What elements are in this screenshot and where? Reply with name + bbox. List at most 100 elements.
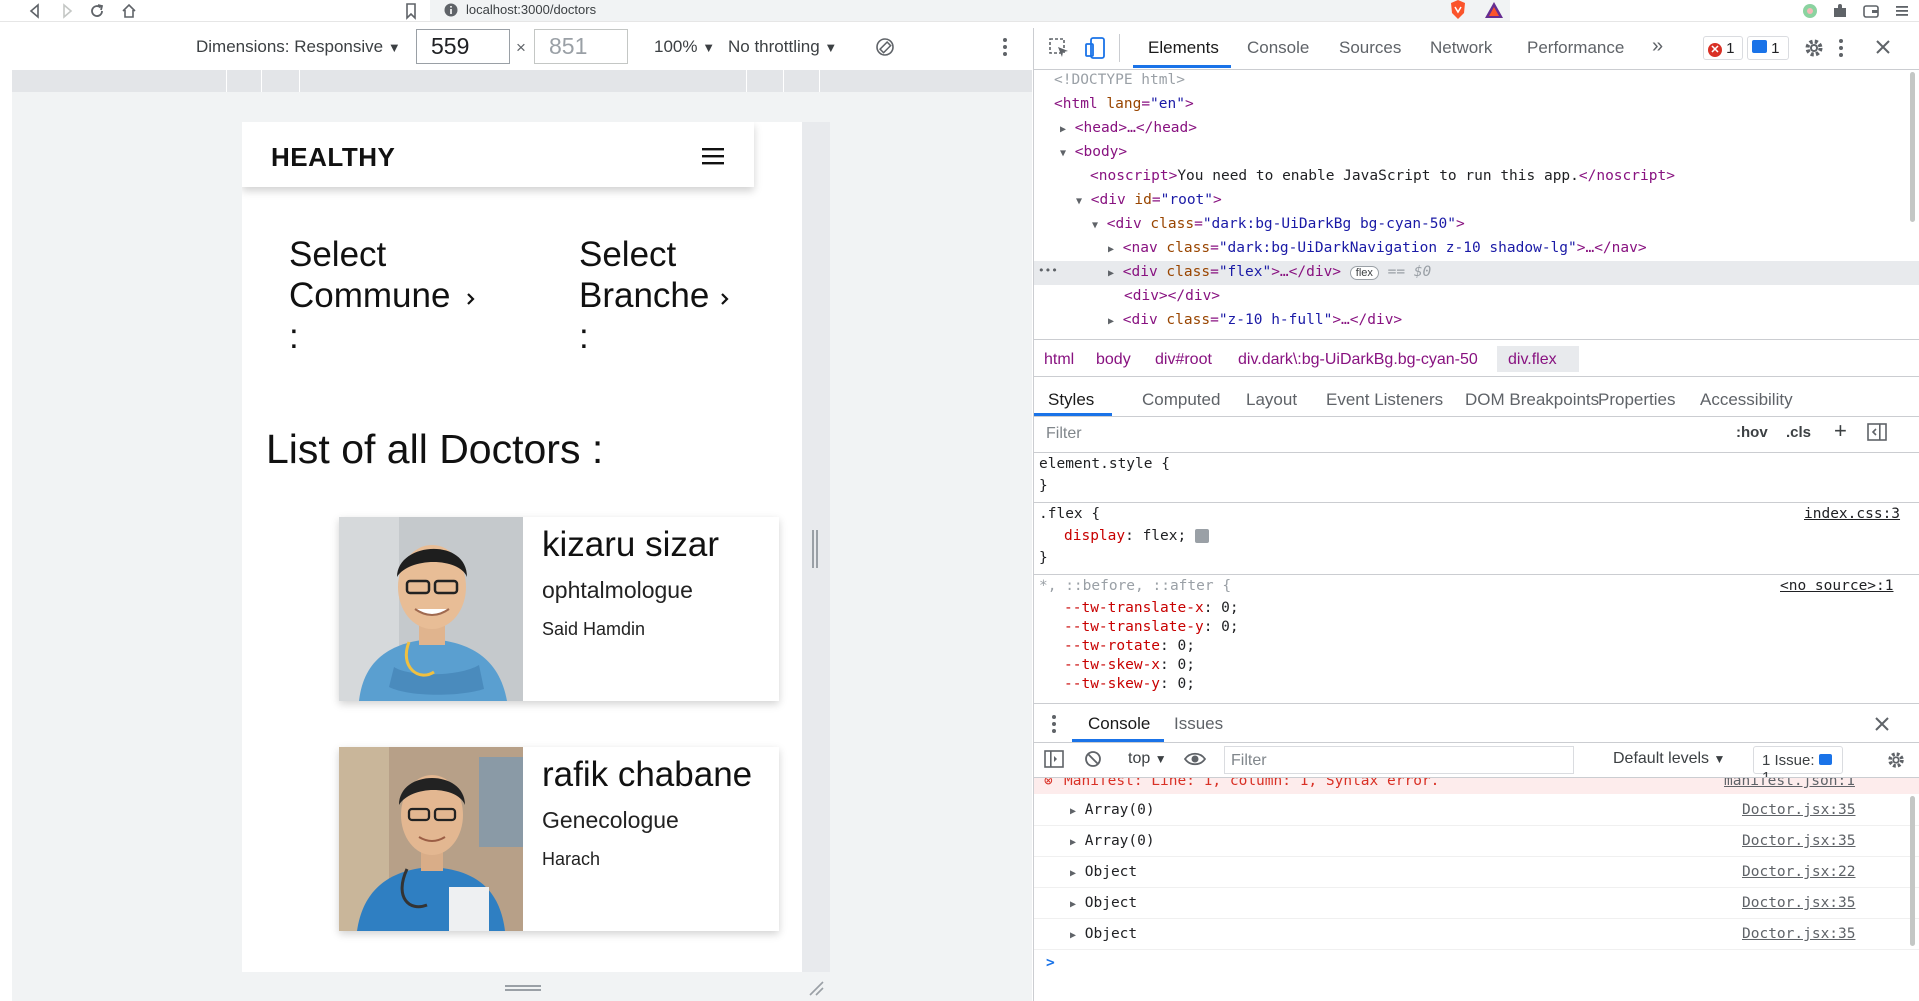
console-log-row[interactable]: ▶ Array(0) Doctor.jsx:35	[1034, 795, 1919, 826]
tab-computed[interactable]: Computed	[1142, 390, 1220, 410]
breadcrumb-div-dark[interactable]: div.dark\:bg-UiDarkBg.bg-cyan-50	[1238, 351, 1478, 369]
console-settings-gear-icon[interactable]	[1886, 750, 1906, 770]
universal-rule-source-link[interactable]: <no source>:1	[1780, 578, 1894, 594]
rotate-icon[interactable]	[874, 36, 896, 58]
brand-logo[interactable]: HEALTHY	[271, 142, 395, 173]
home-icon[interactable]	[120, 2, 138, 20]
dom-html-node[interactable]: <html lang="en">	[1054, 96, 1194, 112]
tab-network[interactable]: Network	[1430, 38, 1492, 58]
console-scrollbar[interactable]	[1910, 796, 1915, 946]
log-source-link[interactable]: Doctor.jsx:35	[1742, 833, 1856, 849]
console-prompt[interactable]: >	[1046, 955, 1055, 971]
flex-rule-selector[interactable]: .flex {	[1039, 506, 1100, 522]
console-log-row[interactable]: ▶ Object Doctor.jsx:22	[1034, 857, 1919, 888]
hamburger-menu-icon[interactable]	[701, 146, 725, 166]
select-branche-chevron-icon[interactable]	[719, 291, 731, 307]
url-text[interactable]: localhost:3000/doctors	[466, 2, 596, 17]
dom-noscript-node[interactable]: <noscript>You need to enable JavaScript …	[1090, 168, 1675, 184]
log-source-link[interactable]: Doctor.jsx:35	[1742, 895, 1856, 911]
console-filter-input[interactable]: Filter	[1224, 746, 1574, 774]
zoom-dropdown[interactable]: 100% ▼	[654, 37, 715, 57]
flex-declaration[interactable]: display: flex;	[1064, 528, 1209, 544]
node-actions-icon[interactable]: •••	[1038, 264, 1058, 277]
tab-properties[interactable]: Properties	[1598, 390, 1675, 410]
media-query-ruler[interactable]	[12, 70, 1032, 92]
log-source-link[interactable]: Doctor.jsx:35	[1742, 802, 1856, 818]
flex-badge[interactable]: flex	[1349, 266, 1379, 280]
bookmark-icon[interactable]	[402, 2, 420, 20]
error-counter[interactable]: ✕ 1	[1703, 36, 1743, 60]
corner-resize-handle[interactable]	[808, 980, 824, 996]
drawer-tab-issues[interactable]: Issues	[1174, 714, 1223, 734]
dom-root-node[interactable]: ▼ <div id="root">	[1076, 192, 1222, 208]
css-variable[interactable]: --tw-skew-x: 0;	[1064, 657, 1195, 673]
issues-button[interactable]: 1 Issue: 1	[1753, 746, 1843, 786]
console-log-row[interactable]: ▶ Object Doctor.jsx:35	[1034, 888, 1919, 919]
log-levels-dropdown[interactable]: Default levels ▼	[1613, 750, 1725, 768]
dom-doctype[interactable]: <!DOCTYPE html>	[1054, 72, 1185, 88]
element-style-rule[interactable]: element.style {	[1039, 456, 1170, 472]
css-variable[interactable]: --tw-rotate: 0;	[1064, 638, 1195, 654]
breadcrumb-html[interactable]: html	[1044, 351, 1074, 369]
drawer-menu-icon[interactable]	[1051, 714, 1057, 734]
tab-elements[interactable]: Elements	[1148, 38, 1219, 58]
dom-nav-node[interactable]: ▶ <nav class="dark:bg-UiDarkNavigation z…	[1108, 240, 1647, 256]
universal-rule-selector[interactable]: *, ::before, ::after {	[1039, 578, 1231, 594]
dom-head-node[interactable]: ▶ <head>…</head>	[1060, 120, 1197, 136]
close-drawer-icon[interactable]	[1874, 716, 1890, 732]
context-selector[interactable]: top ▼	[1128, 750, 1167, 768]
tab-accessibility[interactable]: Accessibility	[1700, 390, 1793, 410]
console-log-row[interactable]: ▶ Array(0) Doctor.jsx:35	[1034, 826, 1919, 857]
log-source-link[interactable]: Doctor.jsx:22	[1742, 864, 1856, 880]
back-icon[interactable]	[26, 2, 44, 20]
select-branche[interactable]: Select Branche :	[579, 234, 709, 357]
log-object[interactable]: ▶ Array(0)	[1070, 833, 1155, 849]
select-commune-chevron-icon[interactable]	[465, 291, 477, 307]
reload-icon[interactable]	[88, 2, 106, 20]
width-input[interactable]: 559	[416, 29, 510, 64]
tab-event-listeners[interactable]: Event Listeners	[1326, 390, 1443, 410]
wallet-icon[interactable]	[1862, 2, 1880, 20]
tab-console[interactable]: Console	[1247, 38, 1309, 58]
log-object[interactable]: ▶ Object	[1070, 895, 1137, 911]
doctor-card[interactable]: rafik chabane Genecologue Harach	[339, 747, 779, 931]
device-toolbar-toggle-icon[interactable]	[1084, 36, 1108, 60]
console-error-row[interactable]: ⊗ Manifest: Line: 1, column: 1, Syntax e…	[1034, 778, 1919, 794]
devtools-more-icon[interactable]	[1838, 37, 1844, 59]
brave-shields-icon[interactable]	[1449, 0, 1467, 19]
select-commune[interactable]: Select Commune :	[289, 234, 450, 357]
cls-toggle[interactable]: .cls	[1786, 424, 1811, 441]
tab-sources[interactable]: Sources	[1339, 38, 1401, 58]
css-variable[interactable]: --tw-skew-y: 0;	[1064, 676, 1195, 692]
dimensions-dropdown[interactable]: Dimensions: Responsive ▼	[196, 37, 401, 57]
new-style-rule-icon[interactable]: +	[1834, 418, 1847, 444]
extensions-puzzle-icon[interactable]	[1831, 2, 1849, 20]
console-sidebar-icon[interactable]	[1044, 750, 1064, 768]
live-expression-eye-icon[interactable]	[1184, 751, 1206, 767]
right-resize-handle[interactable]	[812, 530, 818, 568]
extension-color-icon[interactable]	[1801, 2, 1819, 20]
site-info-icon[interactable]	[442, 1, 460, 19]
tab-dom-breakpoints[interactable]: DOM Breakpoints	[1465, 390, 1599, 410]
close-devtools-icon[interactable]	[1874, 38, 1892, 56]
log-source-link[interactable]: Doctor.jsx:35	[1742, 926, 1856, 942]
height-input[interactable]: 851	[534, 29, 628, 64]
css-variable[interactable]: --tw-translate-x: 0;	[1064, 600, 1239, 616]
dom-flex-node[interactable]: ▶ <div class="flex">…</div> flex == $0	[1108, 264, 1431, 280]
tab-layout[interactable]: Layout	[1246, 390, 1297, 410]
breadcrumb-body[interactable]: body	[1096, 351, 1131, 369]
bottom-resize-handle[interactable]	[505, 985, 541, 991]
forward-icon[interactable]	[58, 2, 76, 20]
flexbox-editor-icon[interactable]	[1194, 529, 1209, 543]
clear-console-icon[interactable]	[1084, 750, 1102, 768]
dom-z10-node[interactable]: ▶ <div class="z-10 h-full">…</div>	[1108, 312, 1402, 328]
elements-scrollbar[interactable]	[1910, 72, 1915, 222]
brave-rewards-icon[interactable]	[1484, 1, 1503, 19]
dom-body-node[interactable]: ▼ <body>	[1060, 144, 1127, 160]
log-object[interactable]: ▶ Array(0)	[1070, 802, 1155, 818]
console-log-row[interactable]: ▶ Object Doctor.jsx:35	[1034, 919, 1919, 950]
toggle-sidebar-icon[interactable]	[1867, 423, 1887, 441]
browser-menu-icon[interactable]	[1893, 2, 1911, 20]
tab-performance[interactable]: Performance	[1527, 38, 1624, 58]
issues-counter[interactable]: 1	[1747, 36, 1789, 60]
